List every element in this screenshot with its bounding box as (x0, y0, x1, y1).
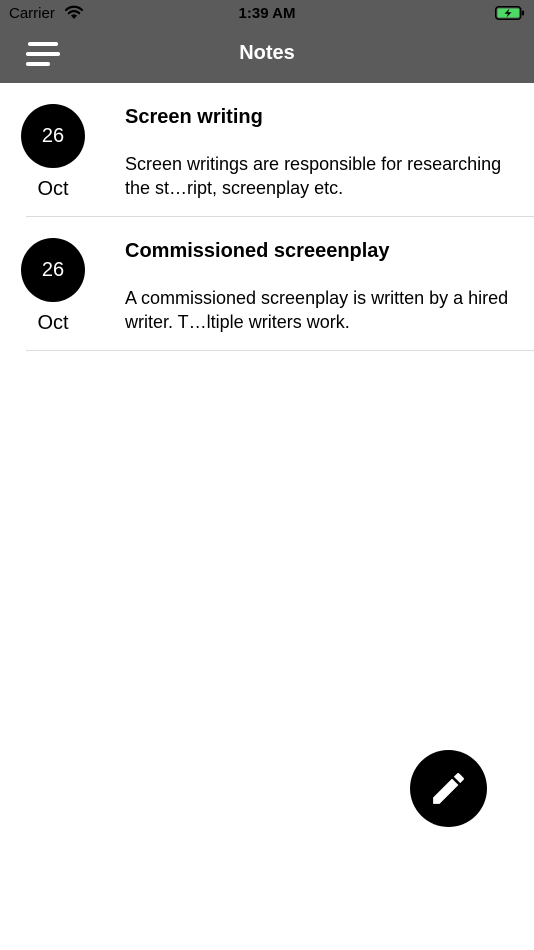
notes-list: 26 Oct Screen writing Screen writings ar… (0, 83, 534, 351)
page-title: Notes (239, 42, 295, 64)
note-title: Screen writing (125, 106, 263, 128)
pencil-icon (433, 773, 464, 804)
row-divider (26, 350, 534, 351)
status-time: 1:39 AM (238, 5, 296, 22)
note-list-item[interactable]: 26 Oct Commissioned screeenplay A commis… (0, 217, 534, 351)
date-day-badge: 26 (21, 104, 85, 168)
battery-charging-icon (495, 6, 524, 20)
status-bar: Carrier 1:39 AM (0, 0, 534, 28)
note-preview: A commissioned screenplay is written by … (125, 288, 509, 332)
date-month-label: Oct (37, 312, 69, 334)
note-preview: Screen writings are responsible for rese… (125, 154, 502, 198)
app-header: Carrier 1:39 AM Notes (0, 0, 534, 83)
date-month-label: Oct (37, 178, 69, 200)
compose-note-button[interactable] (410, 750, 487, 827)
navigation-bar: Notes (0, 28, 534, 83)
date-day-badge: 26 (21, 238, 85, 302)
note-list-item[interactable]: 26 Oct Screen writing Screen writings ar… (0, 83, 534, 217)
note-title: Commissioned screeenplay (125, 240, 390, 262)
notes-screen: Carrier 1:39 AM Notes 26 Oct Screen writ… (0, 0, 534, 950)
